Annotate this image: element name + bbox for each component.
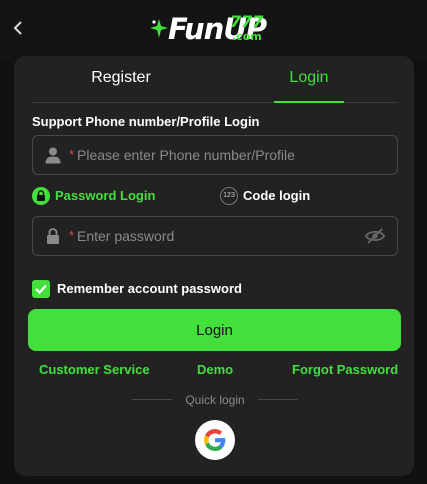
logo-number: 777 [230,12,264,31]
code-login-label: Code login [243,188,311,203]
password-input[interactable] [77,217,377,255]
google-login-button[interactable] [195,420,235,460]
user-icon [45,147,61,164]
tab-login-label: Login [289,69,329,86]
help-links: Customer Service Demo Forgot Password [14,362,414,380]
required-mark: * [69,147,75,162]
logo-domain: .com [232,30,262,43]
section-label: Support Phone number/Profile Login [32,114,260,129]
remember-label: Remember account password [57,281,242,296]
eye-off-icon[interactable] [365,227,385,245]
password-login-option[interactable]: Password Login [32,185,155,207]
check-icon [35,284,47,295]
required-mark: * [69,228,75,243]
password-login-label: Password Login [55,188,156,203]
divider-line [132,399,172,400]
tab-login[interactable]: Login [274,56,344,103]
top-bar: FunUP 777 .com [0,0,427,60]
auth-tabs: Register Login [32,56,398,103]
lock-icon [32,187,50,205]
back-button[interactable] [8,14,28,42]
phone-input[interactable] [77,136,377,174]
code-login-option[interactable]: 123 Code login [220,185,310,207]
quick-login-label: Quick login [185,393,245,407]
code-123-icon: 123 [220,187,238,205]
active-tab-indicator [274,101,344,103]
customer-service-link[interactable]: Customer Service [39,362,150,377]
quick-login-divider: Quick login [14,392,414,408]
phone-field[interactable]: * [32,135,398,175]
login-card: Register Login Support Phone number/Prof… [14,56,414,476]
demo-link[interactable]: Demo [197,362,233,377]
logo-spark-icon [150,19,168,38]
remember-checkbox[interactable] [32,280,50,298]
divider-line [258,399,298,400]
logo: FunUP 777 .com [146,11,286,49]
tab-register[interactable]: Register [32,56,210,102]
google-icon [204,429,226,451]
chevron-left-icon [13,21,22,35]
password-field[interactable]: * [32,216,398,256]
forgot-password-link[interactable]: Forgot Password [292,362,398,377]
login-button[interactable]: Login [28,309,401,351]
lock-icon [47,228,59,244]
